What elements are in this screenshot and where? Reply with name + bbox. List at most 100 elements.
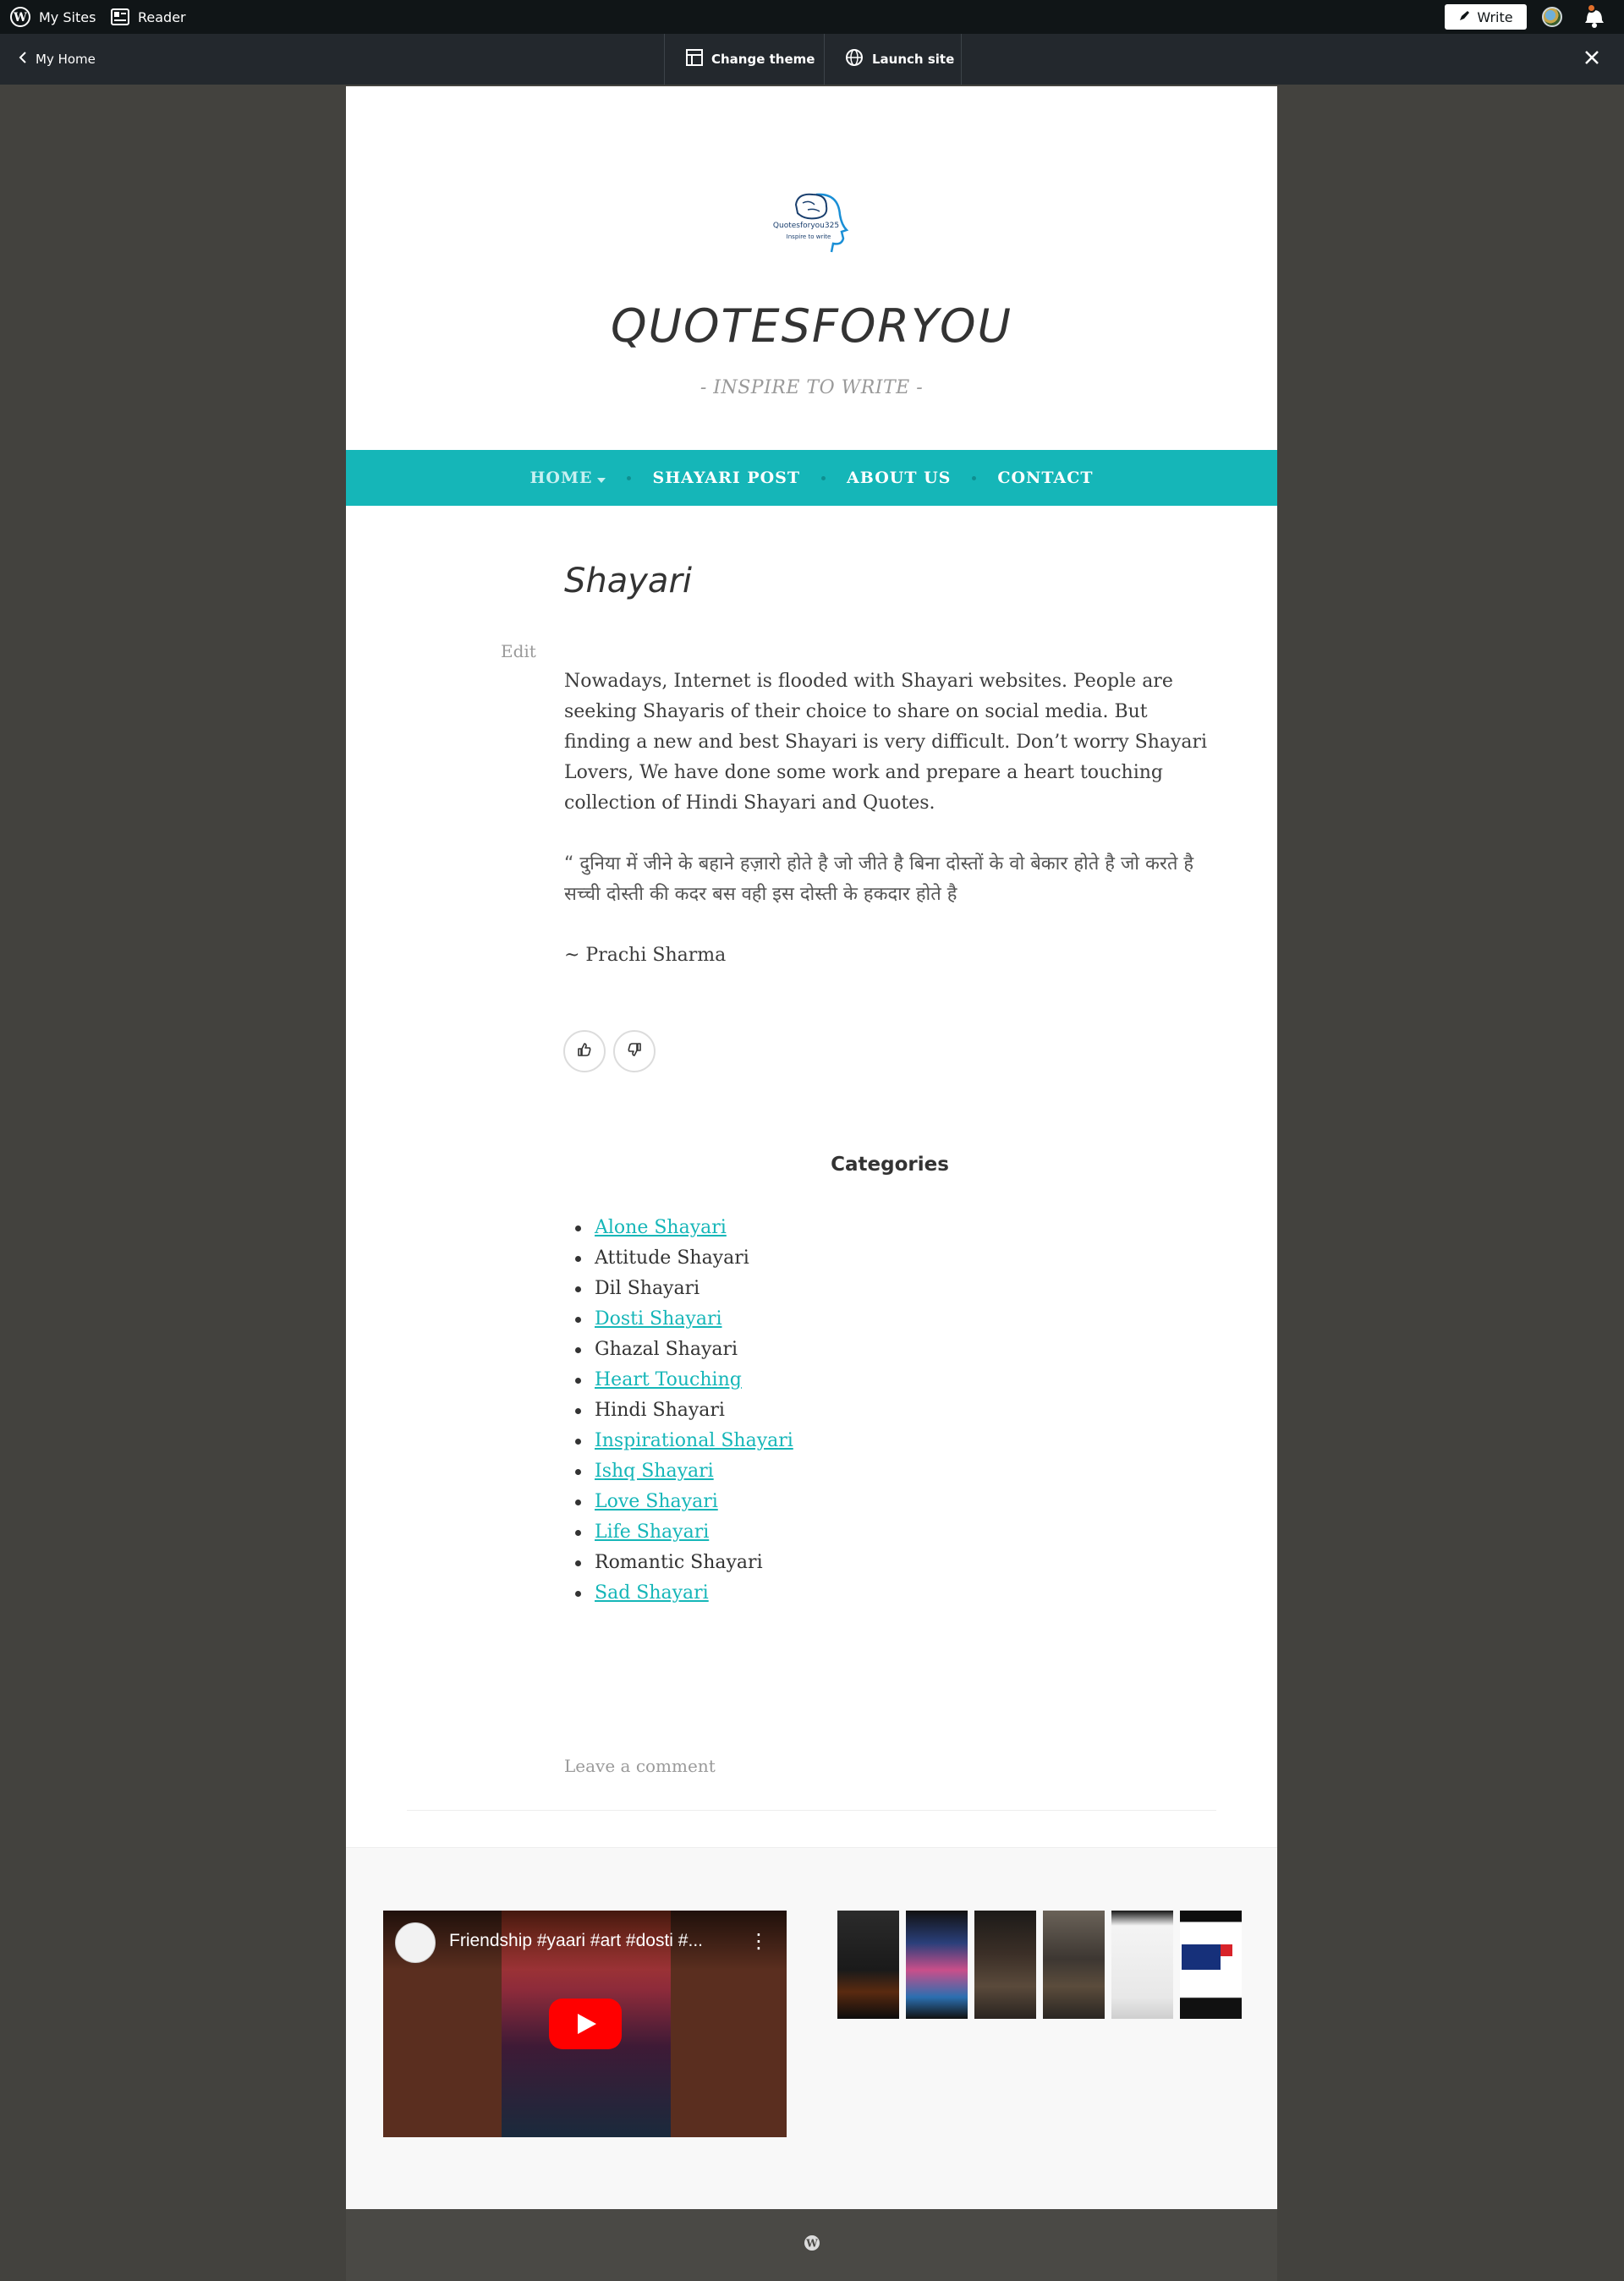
post-content: Nowadays, Internet is flooded with Shaya… (564, 666, 1215, 1001)
post-quote: “ दुनिया में जीने के बहाने हज़ारो होते ह… (564, 849, 1215, 910)
wordpress-icon: W (10, 7, 30, 27)
list-item: Heart Touching (575, 1365, 1204, 1395)
nav-separator (821, 475, 826, 480)
site-description: - INSPIRE TO WRITE - (700, 377, 924, 398)
globe-icon (845, 48, 864, 70)
nav-item-contact[interactable]: CONTACT (997, 469, 1093, 487)
thumbs-down-button[interactable] (613, 1030, 656, 1072)
edit-link[interactable]: Edit (501, 641, 536, 661)
post-divider (407, 1810, 1216, 1811)
nav-item-label: HOME (529, 469, 593, 487)
back-to-my-home[interactable]: My Home (19, 34, 96, 85)
channel-avatar[interactable] (395, 1922, 436, 1963)
quote-line: सच्ची दोस्ती की कदर बस वही इस दोस्ती के … (564, 884, 957, 905)
back-label: My Home (36, 52, 96, 67)
list-item: Attitude Shayari (575, 1243, 1204, 1274)
gallery-thumbnail[interactable] (837, 1911, 899, 2019)
instagram-gallery (837, 1911, 1243, 2019)
post-intro: Nowadays, Internet is flooded with Shaya… (564, 671, 1208, 814)
category-link-life-shayari[interactable]: Life Shayari (595, 1522, 709, 1543)
divider (664, 34, 665, 85)
category-link-alone-shayari[interactable]: Alone Shayari (595, 1217, 727, 1238)
write-label: Write (1477, 8, 1513, 25)
category-dil-shayari: Dil Shayari (595, 1278, 700, 1299)
launch-site-label: Launch site (872, 52, 955, 67)
nav-item-home[interactable]: HOME (529, 469, 606, 487)
list-item: Ghazal Shayari (575, 1335, 1204, 1365)
gallery-thumbnail[interactable] (974, 1911, 1036, 2019)
nav-separator (972, 475, 977, 480)
layout-icon (686, 49, 703, 69)
my-sites-label: My Sites (39, 8, 96, 25)
youtube-embed[interactable]: Friendship #yaari #art #dosti #... ⋮ (383, 1911, 787, 2137)
list-item: Hindi Shayari (575, 1395, 1204, 1426)
list-item: Inspirational Shayari (575, 1426, 1204, 1456)
post-title[interactable]: Shayari (564, 562, 692, 600)
more-options-icon[interactable]: ⋮ (749, 1929, 769, 1953)
play-icon[interactable] (549, 1999, 622, 2049)
list-item: Ishq Shayari (575, 1456, 1204, 1487)
thumbs-up-icon (576, 1041, 593, 1061)
list-item: Love Shayari (575, 1487, 1204, 1517)
nav-item-shayari-post[interactable]: SHAYARI POST (652, 469, 800, 487)
list-item: Alone Shayari (575, 1213, 1204, 1243)
gallery-thumbnail[interactable] (1043, 1911, 1105, 2019)
gallery-thumbnail[interactable] (906, 1911, 968, 2019)
categories-heading: Categories (831, 1154, 949, 1176)
pen-icon (1458, 9, 1470, 25)
divider (824, 34, 825, 85)
list-item: Romantic Shayari (575, 1548, 1204, 1578)
site-title[interactable]: QUOTESFORYOU (346, 299, 1277, 353)
nav-separator (627, 475, 632, 480)
thumbs-up-button[interactable] (563, 1030, 606, 1072)
logo-tagline: Inspire to write (786, 233, 831, 240)
gallery-thumbnail[interactable] (1180, 1911, 1242, 2019)
video-title[interactable]: Friendship #yaari #art #dosti #... (449, 1931, 728, 1951)
categories-list: Alone Shayari Attitude Shayari Dil Shaya… (575, 1213, 1204, 1609)
change-theme-button[interactable]: Change theme (686, 34, 815, 85)
logo-wordmark: Quotesforyou325 (772, 222, 840, 230)
change-theme-label: Change theme (711, 52, 815, 67)
admin-bar: W My Sites Reader Write (0, 0, 1624, 34)
gallery-thumbnail[interactable] (1111, 1911, 1173, 2019)
quote-author: ~ Prachi Sharma (564, 945, 727, 966)
svg-text:W: W (805, 2238, 818, 2250)
thumbs-down-icon (626, 1041, 643, 1061)
category-link-dosti-shayari[interactable]: Dosti Shayari (595, 1308, 722, 1330)
footer-widgets: Friendship #yaari #art #dosti #... ⋮ (346, 1847, 1277, 2209)
category-link-sad-shayari[interactable]: Sad Shayari (595, 1582, 709, 1604)
reader-menu[interactable]: Reader (111, 0, 186, 34)
site-preview-bar: My Home Change theme Launch site (0, 34, 1624, 85)
list-item: Dosti Shayari (575, 1304, 1204, 1335)
site-footer: W (346, 2209, 1277, 2281)
category-link-love-shayari[interactable]: Love Shayari (595, 1491, 718, 1512)
launch-site-button[interactable]: Launch site (845, 34, 954, 85)
close-icon (1583, 49, 1600, 69)
category-romantic-shayari: Romantic Shayari (595, 1552, 763, 1573)
main-navigation: HOME SHAYARI POST ABOUT US CONTACT (346, 450, 1277, 506)
notification-badge (1587, 3, 1596, 13)
reader-label: Reader (138, 8, 186, 25)
bell-icon (1582, 10, 1607, 32)
category-attitude-shayari: Attitude Shayari (595, 1247, 749, 1269)
close-button[interactable] (1583, 34, 1600, 85)
divider (961, 34, 962, 85)
logo-thumbnail-art (1182, 1944, 1232, 1970)
site-logo[interactable]: Quotesforyou325 Inspire to write (764, 186, 859, 254)
list-item: Sad Shayari (575, 1578, 1204, 1609)
user-avatar[interactable] (1542, 7, 1562, 27)
caret-down-icon (597, 469, 606, 487)
site-preview: Quotesforyou325 Inspire to write QUOTESF… (346, 86, 1277, 2281)
category-link-inspirational-shayari[interactable]: Inspirational Shayari (595, 1430, 793, 1451)
wordpress-icon[interactable]: W (804, 2234, 820, 2251)
svg-text:W: W (13, 11, 27, 25)
leave-comment-link[interactable]: Leave a comment (564, 1756, 716, 1776)
list-item: Dil Shayari (575, 1274, 1204, 1304)
write-button[interactable]: Write (1445, 4, 1527, 30)
reader-icon (111, 8, 129, 25)
chevron-left-icon (19, 51, 27, 68)
my-sites-menu[interactable]: W My Sites (10, 0, 96, 34)
category-link-ishq-shayari[interactable]: Ishq Shayari (595, 1461, 714, 1482)
category-link-heart-touching[interactable]: Heart Touching (595, 1369, 742, 1390)
nav-item-about-us[interactable]: ABOUT US (847, 469, 951, 487)
